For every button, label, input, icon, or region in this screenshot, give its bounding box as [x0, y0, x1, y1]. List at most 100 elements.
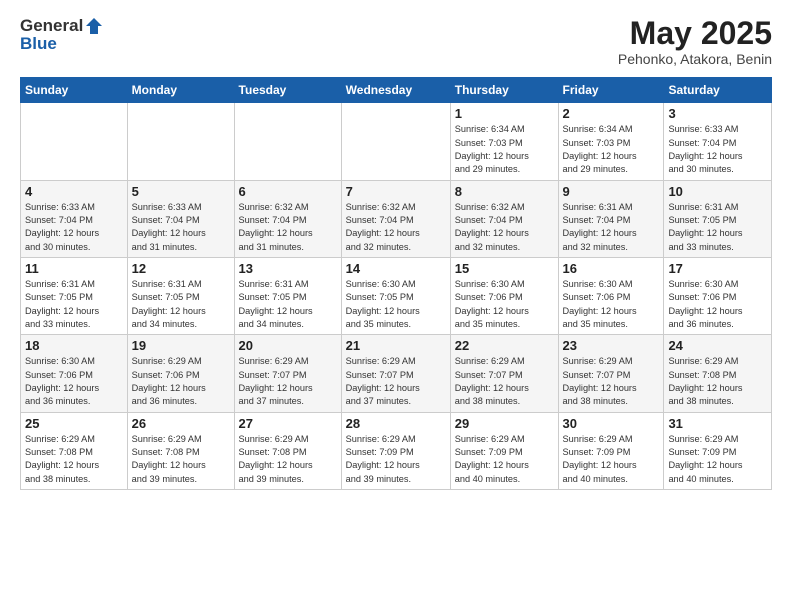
calendar-cell: 11 Sunrise: 6:31 AM Sunset: 7:05 PM Dayli…	[21, 257, 128, 334]
day-info: Sunrise: 6:33 AM Sunset: 7:04 PM Dayligh…	[132, 201, 230, 254]
day-number: 28	[346, 416, 446, 431]
day-info: Sunrise: 6:34 AM Sunset: 7:03 PM Dayligh…	[455, 123, 554, 176]
logo: General Blue	[20, 16, 104, 54]
day-number: 14	[346, 261, 446, 276]
day-number: 20	[239, 338, 337, 353]
calendar-cell: 5 Sunrise: 6:33 AM Sunset: 7:04 PM Daylig…	[127, 180, 234, 257]
day-info: Sunrise: 6:30 AM Sunset: 7:06 PM Dayligh…	[668, 278, 767, 331]
day-number: 17	[668, 261, 767, 276]
day-info: Sunrise: 6:33 AM Sunset: 7:04 PM Dayligh…	[25, 201, 123, 254]
calendar-cell: 21Sunrise: 6:29 AM Sunset: 7:07 PM Dayli…	[341, 335, 450, 412]
day-number: 2	[563, 106, 660, 121]
day-info: Sunrise: 6:29 AM Sunset: 7:09 PM Dayligh…	[668, 433, 767, 486]
calendar-cell: 23 Sunrise: 6:29 AM Sunset: 7:07 PM Dayli…	[558, 335, 664, 412]
calendar-cell: 26Sunrise: 6:29 AM Sunset: 7:08 PM Dayli…	[127, 412, 234, 489]
calendar-cell: 18Sunrise: 6:30 AM Sunset: 7:06 PM Dayli…	[21, 335, 128, 412]
day-number: 25	[25, 416, 123, 431]
day-number: 16	[563, 261, 660, 276]
day-number: 31	[668, 416, 767, 431]
calendar-page: General Blue May 2025 Pehonko, Atakora, …	[0, 0, 792, 612]
day-info: Sunrise: 6:29 AM Sunset: 7:07 PM Dayligh…	[563, 355, 660, 408]
month-title: May 2025	[618, 16, 772, 51]
day-info: Sunrise: 6:30 AM Sunset: 7:06 PM Dayligh…	[25, 355, 123, 408]
day-info: Sunrise: 6:30 AM Sunset: 7:05 PM Dayligh…	[346, 278, 446, 331]
day-number: 23	[563, 338, 660, 353]
day-info: Sunrise: 6:31 AM Sunset: 7:05 PM Dayligh…	[239, 278, 337, 331]
calendar-cell: 31 Sunrise: 6:29 AM Sunset: 7:09 PM Dayli…	[664, 412, 772, 489]
calendar-cell: 13Sunrise: 6:31 AM Sunset: 7:05 PM Dayli…	[234, 257, 341, 334]
day-info: Sunrise: 6:31 AM Sunset: 7:04 PM Dayligh…	[563, 201, 660, 254]
day-info: Sunrise: 6:29 AM Sunset: 7:06 PM Dayligh…	[132, 355, 230, 408]
calendar-cell	[341, 103, 450, 180]
day-info: Sunrise: 6:31 AM Sunset: 7:05 PM Dayligh…	[132, 278, 230, 331]
day-info: Sunrise: 6:29 AM Sunset: 7:08 PM Dayligh…	[25, 433, 123, 486]
calendar-row-3: 11 Sunrise: 6:31 AM Sunset: 7:05 PM Dayli…	[21, 257, 772, 334]
calendar-cell: 14 Sunrise: 6:30 AM Sunset: 7:05 PM Dayli…	[341, 257, 450, 334]
day-number: 12	[132, 261, 230, 276]
calendar-cell: 28 Sunrise: 6:29 AM Sunset: 7:09 PM Dayli…	[341, 412, 450, 489]
day-number: 5	[132, 184, 230, 199]
day-info: Sunrise: 6:29 AM Sunset: 7:08 PM Dayligh…	[668, 355, 767, 408]
calendar-cell: 10Sunrise: 6:31 AM Sunset: 7:05 PM Dayli…	[664, 180, 772, 257]
calendar-cell: 9 Sunrise: 6:31 AM Sunset: 7:04 PM Daylig…	[558, 180, 664, 257]
day-info: Sunrise: 6:29 AM Sunset: 7:09 PM Dayligh…	[455, 433, 554, 486]
calendar-table: SundayMondayTuesdayWednesdayThursdayFrid…	[20, 77, 772, 490]
calendar-row-4: 18Sunrise: 6:30 AM Sunset: 7:06 PM Dayli…	[21, 335, 772, 412]
calendar-row-5: 25 Sunrise: 6:29 AM Sunset: 7:08 PM Dayli…	[21, 412, 772, 489]
calendar-cell: 6Sunrise: 6:32 AM Sunset: 7:04 PM Daylig…	[234, 180, 341, 257]
day-info: Sunrise: 6:32 AM Sunset: 7:04 PM Dayligh…	[346, 201, 446, 254]
day-number: 3	[668, 106, 767, 121]
day-number: 7	[346, 184, 446, 199]
calendar-cell: 29 Sunrise: 6:29 AM Sunset: 7:09 PM Dayli…	[450, 412, 558, 489]
calendar-row-1: 1 Sunrise: 6:34 AM Sunset: 7:03 PM Daylig…	[21, 103, 772, 180]
weekday-header-wednesday: Wednesday	[341, 78, 450, 103]
day-info: Sunrise: 6:29 AM Sunset: 7:07 PM Dayligh…	[455, 355, 554, 408]
calendar-cell: 7 Sunrise: 6:32 AM Sunset: 7:04 PM Daylig…	[341, 180, 450, 257]
day-number: 1	[455, 106, 554, 121]
page-header: General Blue May 2025 Pehonko, Atakora, …	[20, 16, 772, 67]
day-number: 6	[239, 184, 337, 199]
weekday-header-thursday: Thursday	[450, 78, 558, 103]
day-info: Sunrise: 6:29 AM Sunset: 7:09 PM Dayligh…	[346, 433, 446, 486]
weekday-header-sunday: Sunday	[21, 78, 128, 103]
calendar-cell: 15Sunrise: 6:30 AM Sunset: 7:06 PM Dayli…	[450, 257, 558, 334]
calendar-cell: 25 Sunrise: 6:29 AM Sunset: 7:08 PM Dayli…	[21, 412, 128, 489]
calendar-cell: 17 Sunrise: 6:30 AM Sunset: 7:06 PM Dayli…	[664, 257, 772, 334]
calendar-cell: 16 Sunrise: 6:30 AM Sunset: 7:06 PM Dayli…	[558, 257, 664, 334]
calendar-cell: 12 Sunrise: 6:31 AM Sunset: 7:05 PM Dayli…	[127, 257, 234, 334]
day-info: Sunrise: 6:32 AM Sunset: 7:04 PM Dayligh…	[455, 201, 554, 254]
day-info: Sunrise: 6:29 AM Sunset: 7:08 PM Dayligh…	[239, 433, 337, 486]
calendar-cell: 20 Sunrise: 6:29 AM Sunset: 7:07 PM Dayli…	[234, 335, 341, 412]
calendar-cell: 19 Sunrise: 6:29 AM Sunset: 7:06 PM Dayli…	[127, 335, 234, 412]
calendar-cell	[21, 103, 128, 180]
calendar-cell: 8Sunrise: 6:32 AM Sunset: 7:04 PM Daylig…	[450, 180, 558, 257]
day-number: 11	[25, 261, 123, 276]
logo-blue-text: Blue	[20, 34, 104, 54]
day-info: Sunrise: 6:34 AM Sunset: 7:03 PM Dayligh…	[563, 123, 660, 176]
day-info: Sunrise: 6:30 AM Sunset: 7:06 PM Dayligh…	[563, 278, 660, 331]
day-info: Sunrise: 6:31 AM Sunset: 7:05 PM Dayligh…	[25, 278, 123, 331]
day-number: 9	[563, 184, 660, 199]
day-info: Sunrise: 6:29 AM Sunset: 7:07 PM Dayligh…	[239, 355, 337, 408]
calendar-cell: 24Sunrise: 6:29 AM Sunset: 7:08 PM Dayli…	[664, 335, 772, 412]
calendar-cell: 30Sunrise: 6:29 AM Sunset: 7:09 PM Dayli…	[558, 412, 664, 489]
logo-general-text: General	[20, 16, 83, 36]
day-number: 10	[668, 184, 767, 199]
day-info: Sunrise: 6:33 AM Sunset: 7:04 PM Dayligh…	[668, 123, 767, 176]
calendar-cell: 2 Sunrise: 6:34 AM Sunset: 7:03 PM Daylig…	[558, 103, 664, 180]
day-number: 19	[132, 338, 230, 353]
location: Pehonko, Atakora, Benin	[618, 51, 772, 67]
calendar-cell: 22Sunrise: 6:29 AM Sunset: 7:07 PM Dayli…	[450, 335, 558, 412]
day-info: Sunrise: 6:29 AM Sunset: 7:07 PM Dayligh…	[346, 355, 446, 408]
weekday-header-row: SundayMondayTuesdayWednesdayThursdayFrid…	[21, 78, 772, 103]
calendar-cell: 3 Sunrise: 6:33 AM Sunset: 7:04 PM Daylig…	[664, 103, 772, 180]
day-number: 4	[25, 184, 123, 199]
logo-icon	[84, 16, 104, 36]
title-block: May 2025 Pehonko, Atakora, Benin	[618, 16, 772, 67]
day-number: 15	[455, 261, 554, 276]
weekday-header-saturday: Saturday	[664, 78, 772, 103]
calendar-cell: 4 Sunrise: 6:33 AM Sunset: 7:04 PM Daylig…	[21, 180, 128, 257]
calendar-row-2: 4 Sunrise: 6:33 AM Sunset: 7:04 PM Daylig…	[21, 180, 772, 257]
weekday-header-monday: Monday	[127, 78, 234, 103]
day-number: 29	[455, 416, 554, 431]
